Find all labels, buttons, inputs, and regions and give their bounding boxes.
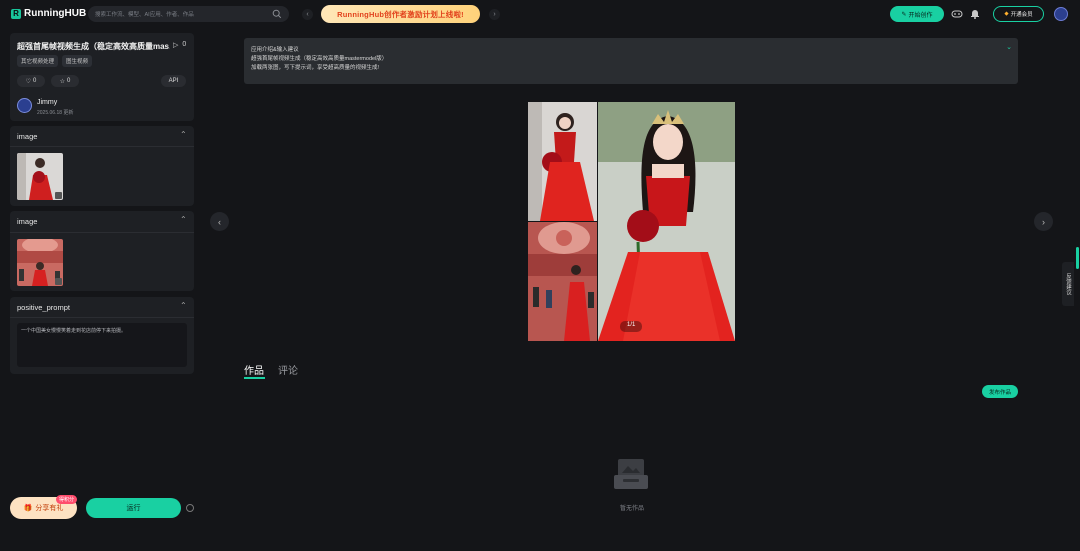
logo-mark-icon: R: [11, 8, 21, 19]
image-input-label: image: [17, 132, 38, 141]
divider: [10, 317, 194, 318]
run-button[interactable]: 运行: [86, 498, 181, 518]
preview-image[interactable]: 1/1: [528, 102, 735, 341]
prev-arrow-icon[interactable]: ‹: [210, 212, 229, 231]
content-tabs: 作品 评论: [244, 362, 298, 377]
membership-button[interactable]: ◆ 开通会员: [993, 6, 1044, 22]
collapse-icon[interactable]: ⌃: [180, 301, 187, 310]
search-icon[interactable]: [272, 9, 282, 19]
logo-text: RunningHUB: [24, 8, 87, 19]
feedback-label: 反馈建议: [1065, 273, 1071, 295]
intro-line: 超强首尾帧视频生成（稳定高效高质量mastermodel版）: [251, 56, 388, 62]
run-count: ▷ 0: [173, 41, 186, 49]
delete-icon[interactable]: [55, 192, 62, 199]
like-button[interactable]: ♡ 0: [17, 75, 45, 87]
expand-icon[interactable]: ⌄: [1006, 43, 1012, 51]
image-thumbnail[interactable]: [17, 153, 63, 200]
api-button[interactable]: API: [161, 75, 186, 87]
tab-active-indicator: [244, 377, 265, 379]
heart-icon: ♡: [25, 78, 32, 85]
author-name[interactable]: Jimmy: [37, 99, 57, 106]
brush-icon: ✎: [901, 11, 907, 18]
feedback-side-tab[interactable]: 反馈建议: [1062, 262, 1074, 306]
gift-icon: 🎁: [23, 505, 33, 512]
empty-box-icon: [613, 455, 649, 491]
banner-prev-icon[interactable]: ‹: [302, 9, 313, 20]
start-create-label: 开始创作: [908, 12, 933, 19]
delete-icon[interactable]: [55, 278, 62, 285]
tag-item[interactable]: 其它视频处理: [17, 55, 59, 67]
divider: [10, 232, 194, 233]
like-count: 0: [33, 78, 37, 84]
tag-list: 其它视频处理 图生视频: [17, 55, 93, 67]
favorite-button[interactable]: ☆ 0: [51, 75, 79, 87]
prompt-text: 一个中国美女慢慢笑着走到花店前停下来拍摄。: [21, 328, 127, 334]
share-label: 分享有礼: [35, 505, 64, 512]
diamond-icon: ◆: [1004, 11, 1009, 17]
tag-item[interactable]: 图生视频: [62, 55, 93, 67]
play-icon: ▷: [173, 42, 179, 49]
scrollbar-thumb[interactable]: [1076, 247, 1079, 269]
intro-heading: 应用介绍&输入建议: [251, 47, 299, 53]
intro-panel: 应用介绍&输入建议 超强首尾帧视频生成（稳定高效高质量mastermodel版）…: [244, 38, 1018, 84]
search-input[interactable]: 搜索工作流、模型、AI应用、作者、作品: [88, 6, 289, 22]
next-arrow-icon[interactable]: ›: [1034, 212, 1053, 231]
updated-date: 2025.06.18 更新: [37, 110, 74, 116]
share-badge: 得积分: [56, 495, 78, 504]
tab-comments[interactable]: 评论: [278, 362, 298, 377]
collapse-icon[interactable]: ⌃: [180, 130, 187, 139]
bell-icon[interactable]: [970, 8, 980, 19]
publish-label: 发布作品: [988, 389, 1011, 396]
favorite-count: 0: [67, 78, 71, 84]
help-icon[interactable]: [186, 504, 194, 512]
collapse-icon[interactable]: ⌃: [180, 215, 187, 224]
image-input-label: image: [17, 217, 38, 226]
divider: [10, 146, 194, 147]
publish-work-button[interactable]: 发布作品: [982, 385, 1018, 398]
image-thumbnail[interactable]: [17, 239, 63, 286]
app-title: 超强首尾帧视频生成（稳定高效高质量mas…: [17, 42, 170, 51]
user-avatar[interactable]: [1054, 7, 1068, 21]
api-label: API: [168, 78, 179, 84]
author-avatar[interactable]: [17, 98, 32, 113]
search-placeholder: 搜索工作流、模型、AI应用、作者、作品: [95, 12, 194, 18]
prompt-input-label: positive_prompt: [17, 303, 70, 312]
run-label: 运行: [126, 505, 141, 512]
game-controller-icon[interactable]: [951, 8, 963, 19]
prompt-textarea[interactable]: 一个中国美女慢慢笑着走到花店前停下来拍摄。: [17, 323, 187, 367]
tab-works[interactable]: 作品: [244, 362, 264, 377]
membership-label: 开通会员: [1010, 12, 1033, 18]
intro-line: 加载两张图，写下提示词，享受超高质量的视频生成!: [251, 65, 380, 71]
empty-state-text: 暂无作品: [620, 506, 645, 512]
banner-next-icon[interactable]: ›: [489, 9, 500, 20]
logo[interactable]: R RunningHUB: [11, 8, 86, 19]
gallery-page-indicator: 1/1: [627, 322, 636, 328]
star-icon: ☆: [59, 78, 66, 85]
run-count-value: 0: [182, 41, 187, 48]
start-create-button[interactable]: ✎ 开始创作: [890, 6, 944, 22]
promo-banner[interactable]: RunningHub创作者激励计划上线啦!: [321, 5, 480, 23]
banner-text: RunningHub创作者激励计划上线啦!: [337, 9, 464, 19]
